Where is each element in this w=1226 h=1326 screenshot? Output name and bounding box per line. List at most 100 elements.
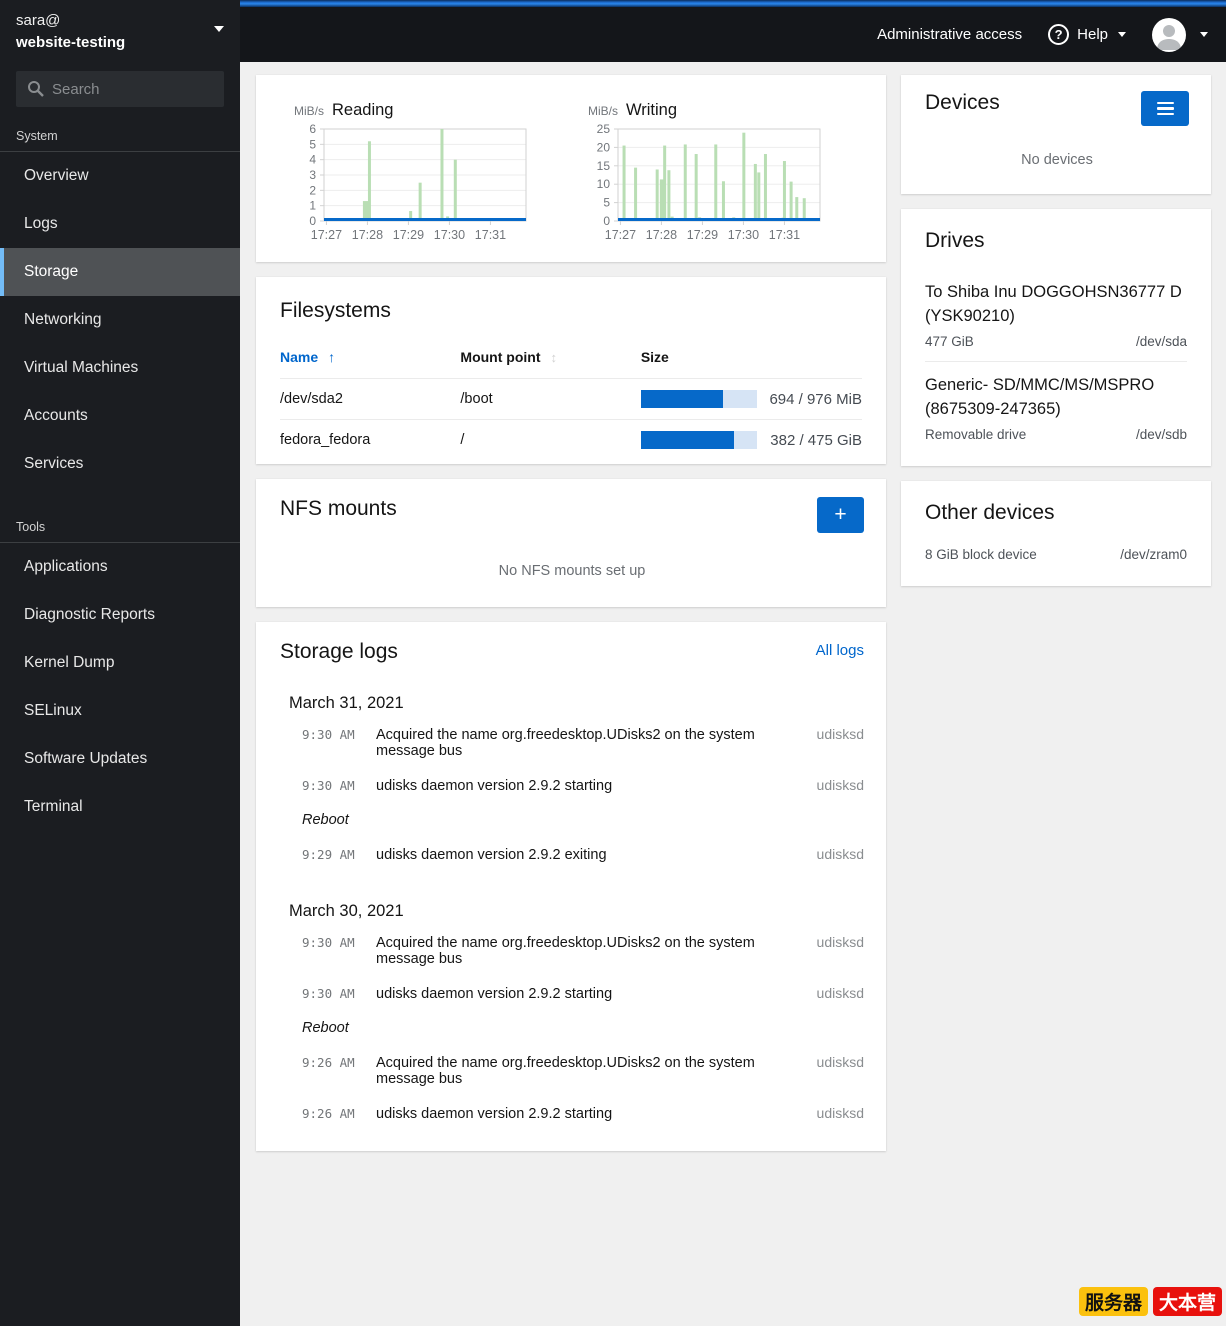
log-entry[interactable]: 9:30 AM Acquired the name org.freedeskto… — [302, 717, 864, 768]
drive-item-sda[interactable]: To Shiba Inu DOGGOHSN36777 D (YSK90210) … — [925, 269, 1187, 362]
drive-path: /dev/sda — [1135, 333, 1187, 349]
watermark-logo: 服务器 大本营 — [1078, 1287, 1222, 1316]
log-reboot-divider: Reboot — [302, 803, 864, 837]
log-entry[interactable]: 9:26 AM udisks daemon version 2.9.2 star… — [302, 1096, 864, 1131]
log-entry[interactable]: 9:26 AM Acquired the name org.freedeskto… — [302, 1045, 864, 1096]
reading-chart: MiB/s Reading 0 1 2 3 4 5 6 17:27 17:28 17:29 17:3… — [284, 97, 572, 250]
chevron-down-icon — [1200, 32, 1208, 37]
sidebar-item-networking[interactable]: Networking — [0, 296, 240, 344]
user-icon — [1157, 24, 1181, 50]
sidebar-item-selinux[interactable]: SELinux — [0, 687, 240, 735]
sidebar-item-logs[interactable]: Logs — [0, 200, 240, 248]
sort-ascending-icon: ↑ — [328, 349, 336, 365]
sort-both-icon: ↕ — [550, 350, 557, 365]
svg-text:0: 0 — [603, 214, 610, 228]
column-header-name[interactable]: Name ↑ — [280, 343, 460, 379]
drives-title: Drives — [925, 229, 985, 252]
app-root: sara@ website-testing System Overview Lo… — [0, 0, 1226, 1326]
devices-title: Devices — [925, 91, 1000, 114]
sidebar-item-services[interactable]: Services — [0, 440, 240, 488]
filesystems-table: Name ↑ Mount point ↕ Size /dev/sda2 /boo… — [280, 343, 862, 460]
sidebar-item-overview[interactable]: Overview — [0, 152, 240, 200]
tools-nav: Applications Diagnostic Reports Kernel D… — [0, 543, 240, 835]
svg-text:17:30: 17:30 — [728, 228, 759, 242]
filesystem-row-sda2[interactable]: /dev/sda2 /boot 694 / 976 MiB — [280, 378, 862, 420]
add-nfs-mount-button[interactable]: + — [817, 497, 864, 533]
svg-text:17:28: 17:28 — [352, 228, 383, 242]
svg-text:20: 20 — [597, 140, 611, 154]
sidebar-item-applications[interactable]: Applications — [0, 543, 240, 591]
size-header-label: Size — [640, 349, 669, 365]
sidebar-item-software-updates[interactable]: Software Updates — [0, 735, 240, 783]
log-time: 9:26 AM — [302, 1055, 355, 1070]
sidebar-item-virtual-machines[interactable]: Virtual Machines — [0, 344, 240, 392]
log-time: 9:29 AM — [302, 847, 355, 862]
log-message: udisks daemon version 2.9.2 exiting — [376, 847, 607, 863]
reboot-label: Reboot — [302, 812, 349, 828]
log-entry[interactable]: 9:30 AM udisks daemon version 2.9.2 star… — [302, 976, 864, 1011]
question-circle-icon: ? — [1048, 24, 1070, 45]
help-menu[interactable]: ? Help — [1048, 24, 1126, 45]
other-device-item-zram0[interactable]: 8 GiB block device /dev/zram0 — [925, 547, 1187, 562]
hamburger-icon — [1156, 101, 1174, 105]
svg-text:17:31: 17:31 — [769, 228, 800, 242]
search-input[interactable] — [16, 71, 224, 107]
fs-name[interactable]: fedora_fedora — [280, 419, 461, 460]
filesystems-card: Filesystems Name ↑ Mount point ↕ Size /d… — [256, 277, 886, 464]
log-time: 9:30 AM — [302, 986, 355, 1001]
session-menu[interactable] — [1152, 17, 1208, 52]
sidebar-search — [16, 71, 224, 107]
svg-text:3: 3 — [309, 168, 316, 182]
usage-label: 382 / 475 GiB — [770, 431, 862, 449]
reading-chart-plot: 0 1 2 3 4 5 6 17:27 17:28 17:29 17:30 17:31 — [284, 122, 572, 250]
svg-text:17:27: 17:27 — [605, 228, 636, 242]
log-time: 9:30 AM — [302, 727, 355, 742]
side-column: Devices No devices Drives To Shiba Inu D… — [901, 75, 1211, 601]
drive-type: Removable drive — [925, 426, 1027, 442]
drive-size: 477 GiB — [925, 333, 974, 349]
filesystem-row-fedora[interactable]: fedora_fedora / 382 / 475 GiB — [280, 419, 862, 460]
log-entry[interactable]: 9:30 AM udisks daemon version 2.9.2 star… — [302, 768, 864, 803]
drive-item-sdb[interactable]: Generic- SD/MMC/MS/MSPRO (8675309-247365… — [925, 362, 1187, 454]
log-message: Acquired the name org.freedesktop.UDisks… — [376, 935, 755, 967]
svg-text:0: 0 — [309, 214, 316, 228]
writing-chart-plot: 0 5 10 15 20 25 17:27 17:28 17:29 17:30 17:31 — [578, 122, 866, 250]
name-header-label: Name — [280, 349, 319, 365]
all-logs-link[interactable]: All logs — [816, 642, 864, 659]
log-group: 9:30 AM Acquired the name org.freedeskto… — [280, 717, 864, 872]
column-header-mount-point[interactable]: Mount point ↕ — [460, 343, 640, 379]
devices-empty-state: No devices — [1021, 152, 1093, 168]
nav-section-system: System — [0, 117, 240, 152]
log-entry[interactable]: 9:29 AM udisks daemon version 2.9.2 exit… — [302, 837, 864, 872]
drive-name[interactable]: Generic- SD/MMC/MS/MSPRO (8675309-247365… — [925, 374, 1187, 422]
host-switcher[interactable]: sara@ website-testing — [0, 0, 240, 57]
log-entry[interactable]: 9:30 AM Acquired the name org.freedeskto… — [302, 925, 864, 976]
drive-name[interactable]: To Shiba Inu DOGGOHSN36777 D (YSK90210) — [925, 281, 1187, 329]
writing-chart-unit: MiB/s — [588, 104, 618, 118]
log-service: udisksd — [816, 985, 864, 1001]
svg-text:17:31: 17:31 — [475, 228, 506, 242]
sidebar-item-terminal[interactable]: Terminal — [0, 783, 240, 831]
log-service: udisksd — [816, 934, 864, 950]
sidebar-item-kernel-dump[interactable]: Kernel Dump — [0, 639, 240, 687]
reading-chart-title: Reading — [332, 101, 394, 119]
masthead: Administrative access ? Help — [240, 7, 1226, 62]
sidebar-item-storage[interactable]: Storage — [0, 248, 240, 296]
chevron-down-icon[interactable] — [214, 26, 224, 32]
drives-card: Drives To Shiba Inu DOGGOHSN36777 D (YSK… — [901, 209, 1211, 466]
devices-menu-button[interactable] — [1141, 91, 1189, 126]
nav-section-tools: Tools — [0, 508, 240, 543]
watermark-badge-yellow: 服务器 — [1078, 1287, 1148, 1316]
storage-logs-card: Storage logs All logs March 31, 2021 9:3… — [256, 622, 886, 1151]
column-header-size: Size — [641, 343, 862, 379]
log-time: 9:30 AM — [302, 935, 355, 950]
log-group: 9:30 AM Acquired the name org.freedeskto… — [280, 925, 864, 1131]
admin-access-indicator[interactable]: Administrative access — [877, 26, 1022, 43]
fs-name[interactable]: /dev/sda2 — [280, 378, 461, 420]
hostname: website-testing — [16, 34, 126, 51]
sidebar-item-diagnostic-reports[interactable]: Diagnostic Reports — [0, 591, 240, 639]
sidebar-item-accounts[interactable]: Accounts — [0, 392, 240, 440]
filesystems-title: Filesystems — [280, 299, 391, 322]
chevron-down-icon — [1118, 32, 1126, 37]
help-label: Help — [1077, 26, 1108, 43]
